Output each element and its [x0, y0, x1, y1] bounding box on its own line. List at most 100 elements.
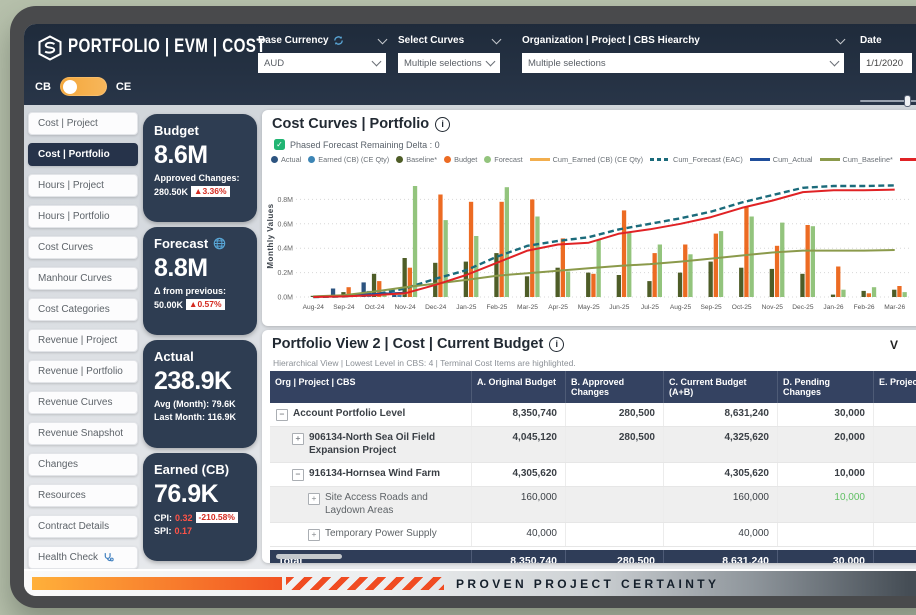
sidebar-item-changes[interactable]: Changes — [28, 453, 138, 476]
org-hierarchy-select[interactable]: Multiple selections — [522, 53, 844, 73]
value-cell: 30,000 — [778, 403, 874, 426]
row-label: Temporary Power Supply — [325, 528, 437, 541]
kpi-value: 238.9K — [154, 367, 246, 396]
x-axis-tick-label: Jun-25 — [609, 304, 629, 311]
kpi-subline-text: 50.00K — [154, 300, 183, 310]
page-background: PORTFOLIO | EVM | COST CB CE Base Curren… — [0, 0, 916, 615]
date-input[interactable] — [866, 58, 906, 69]
date-range-slider[interactable] — [860, 95, 916, 107]
bar-forecast — [535, 217, 539, 298]
bar-budget — [653, 253, 657, 297]
sidebar-item-label: Cost Curves — [38, 242, 93, 253]
legend-item[interactable]: Baseline* — [396, 155, 437, 164]
legend-item[interactable]: Cum_Forecast (EAC) — [650, 155, 743, 164]
row-label-cell: + Temporary Power Supply — [270, 523, 472, 546]
sidebar-item-hours-portfolio[interactable]: Hours | Portfolio — [28, 205, 138, 228]
filter-date: Date — [860, 34, 912, 73]
column-header[interactable]: Org | Project | CBS — [270, 371, 472, 403]
value-cell: 4,305,620 — [472, 463, 566, 486]
column-header[interactable]: B. Approved Changes — [566, 371, 664, 403]
legend-label: Actual — [281, 155, 301, 164]
legend-label: Earned (CB) (CE Qty) — [318, 155, 389, 164]
chart-panel-title-row: Cost Curves | Portfolio i — [272, 116, 450, 132]
expand-icon[interactable]: + — [292, 433, 304, 445]
y-axis-tick-label: 0.0M — [277, 295, 293, 302]
sidebar-item-label: Revenue Curves — [38, 397, 112, 408]
column-header[interactable]: C. Current Budget (A+B) — [664, 371, 778, 403]
base-currency-select[interactable]: AUD — [258, 53, 386, 73]
sidebar-item-cost-portfolio[interactable]: Cost | Portfolio — [28, 143, 138, 166]
table-subtitle: Hierarchical View | Lowest Level in CBS:… — [273, 358, 576, 368]
legend-item[interactable]: Cum_Earned (CB) (CE Qty) — [530, 155, 643, 164]
legend-item[interactable]: Cum_Baseline* — [820, 155, 893, 164]
info-icon[interactable]: i — [549, 337, 564, 352]
sidebar-item-cost-categories[interactable]: Cost Categories — [28, 298, 138, 321]
legend-item[interactable]: Forecast — [484, 155, 522, 164]
kpi-subline: Δ from previous: — [154, 286, 246, 296]
kpi-change-badge: ▲0.57% — [186, 299, 225, 310]
chevron-down-icon[interactable] — [378, 34, 388, 44]
expand-icon[interactable]: + — [308, 529, 320, 541]
bar-baseline — [862, 291, 866, 297]
sidebar-item-contract-details[interactable]: Contract Details — [28, 515, 138, 538]
legend-item[interactable]: Budget — [444, 155, 477, 164]
bar-baseline — [403, 258, 407, 297]
legend-item[interactable]: Cum_Budget — [900, 155, 916, 164]
bar-budget — [867, 293, 871, 297]
filter-org-hierarchy-label: Organization | Project | CBS Hiearchy — [522, 35, 700, 46]
date-input-box[interactable] — [860, 53, 912, 73]
info-icon[interactable]: i — [435, 117, 450, 132]
bar-budget — [683, 245, 687, 298]
x-axis-tick-label: Sep-24 — [333, 304, 355, 311]
bar-forecast — [811, 226, 815, 297]
base-currency-value: AUD — [264, 58, 284, 69]
x-axis-tick-label: Jan-26 — [823, 304, 843, 311]
table-row: −Account Portfolio Level8,350,740280,500… — [270, 403, 916, 427]
cb-ce-toggle[interactable] — [60, 77, 107, 96]
legend-item[interactable]: Earned (CB) (CE Qty) — [308, 155, 389, 164]
globe-icon — [213, 237, 226, 250]
checkbox-checked-icon[interactable]: ✓ — [274, 139, 285, 150]
horizontal-scrollbar[interactable] — [276, 554, 342, 559]
sidebar-item-cost-project[interactable]: Cost | Project — [28, 112, 138, 135]
chevron-down-icon[interactable] — [836, 34, 846, 44]
bar-forecast — [505, 187, 509, 297]
sidebar-item-revenue-portfolio[interactable]: Revenue | Portfolio — [28, 360, 138, 383]
kpi-card-forecast: Forecast8.8MΔ from previous:50.00K▲0.57% — [143, 227, 257, 335]
column-header[interactable]: E. Projec — [874, 371, 916, 403]
filter-base-currency-header: Base Currency — [258, 34, 386, 47]
legend-item[interactable]: Cum_Actual — [750, 155, 813, 164]
row-label-cell: −Account Portfolio Level — [270, 403, 472, 426]
legend-item[interactable]: Actual — [271, 155, 301, 164]
collapse-icon[interactable]: − — [292, 469, 304, 481]
column-header[interactable]: D. Pending Changes — [778, 371, 874, 403]
sidebar-item-manhour-curves[interactable]: Manhour Curves — [28, 267, 138, 290]
filter-select-curves: Select Curves Multiple selections — [398, 34, 500, 73]
collapse-icon[interactable]: − — [276, 409, 288, 421]
sidebar-item-revenue-curves[interactable]: Revenue Curves — [28, 391, 138, 414]
sync-icon — [333, 35, 344, 46]
sidebar-item-health-check[interactable]: Health Check — [28, 546, 138, 569]
select-curves-value: Multiple selections — [404, 58, 482, 69]
legend-label: Cum_Actual — [773, 155, 813, 164]
toggle-knob — [63, 80, 77, 94]
sidebar-item-cost-curves[interactable]: Cost Curves — [28, 236, 138, 259]
expand-icon[interactable]: + — [308, 493, 320, 505]
bar-budget — [500, 202, 504, 297]
table-corner-text: V — [890, 338, 898, 352]
column-header[interactable]: A. Original Budget — [472, 371, 566, 403]
table-row: +906134-North Sea Oil Field Expansion Pr… — [270, 427, 916, 463]
legend-label: Cum_Baseline* — [843, 155, 893, 164]
chevron-down-icon[interactable] — [492, 34, 502, 44]
bar-budget — [775, 246, 779, 297]
sidebar-item-revenue-snapshot[interactable]: Revenue Snapshot — [28, 422, 138, 445]
dashboard: PORTFOLIO | EVM | COST CB CE Base Curren… — [24, 24, 916, 596]
sidebar-item-revenue-project[interactable]: Revenue | Project — [28, 329, 138, 352]
x-axis-tick-label: Aug-24 — [303, 304, 325, 311]
kpi-subline-text: Approved Changes: — [154, 173, 240, 183]
slider-handle[interactable] — [904, 95, 911, 107]
select-curves-select[interactable]: Multiple selections — [398, 53, 500, 73]
x-axis-tick-label: Nov-24 — [394, 304, 416, 311]
sidebar-item-hours-project[interactable]: Hours | Project — [28, 174, 138, 197]
sidebar-item-resources[interactable]: Resources — [28, 484, 138, 507]
